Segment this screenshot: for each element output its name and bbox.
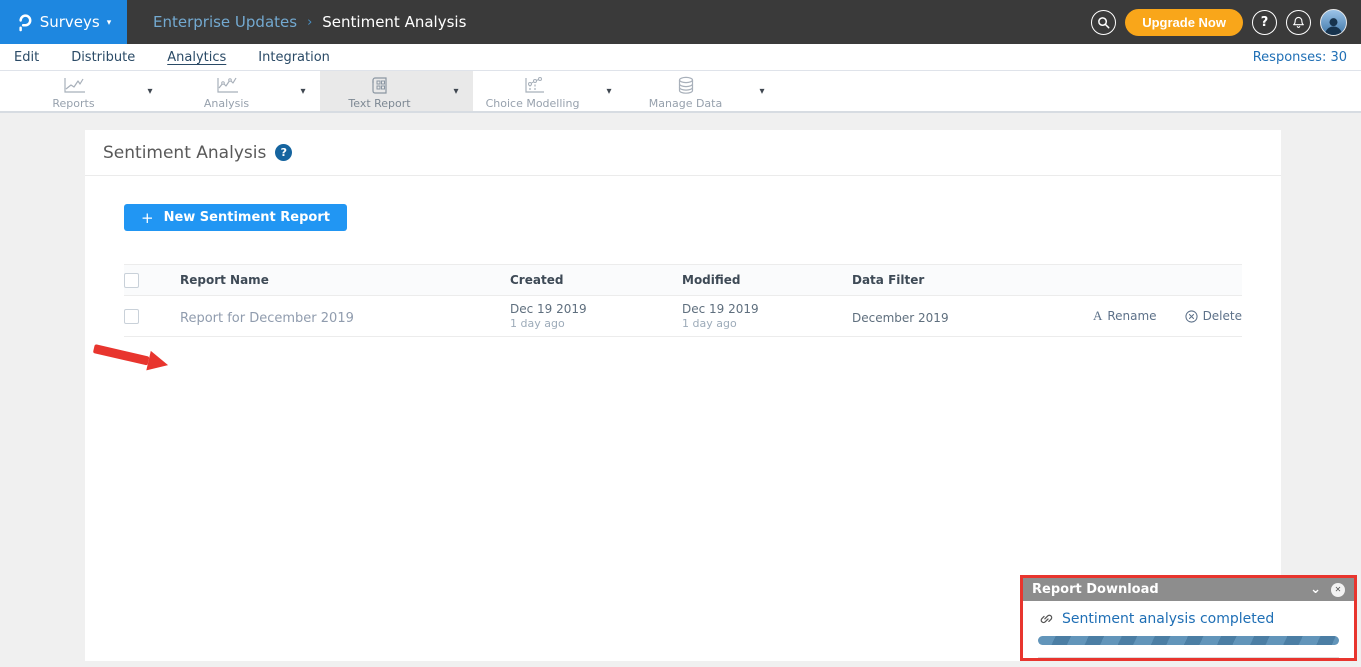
search-icon [1097, 16, 1110, 29]
toolbar-item-label: Manage Data [649, 97, 722, 110]
breadcrumb-separator: › [307, 15, 312, 30]
toolbar-item-reports[interactable]: Reports ▾ [14, 71, 167, 111]
notifications-button[interactable] [1286, 10, 1311, 35]
toolbar-item-choice-modelling[interactable]: Choice Modelling ▾ [473, 71, 626, 111]
annotation-arrow-head [146, 351, 170, 375]
column-header-created: Created [510, 273, 682, 287]
new-sentiment-report-button[interactable]: + New Sentiment Report [124, 204, 347, 231]
download-panel-divider [1038, 657, 1339, 661]
rename-label: Rename [1107, 309, 1156, 323]
column-header-data-filter: Data Filter [852, 273, 1242, 287]
annotation-arrow [92, 338, 171, 375]
avatar-person-icon [1323, 16, 1344, 35]
delete-circle-x-icon [1185, 310, 1198, 323]
toolbar-item-label: Choice Modelling [486, 97, 580, 110]
chevron-down-icon[interactable]: ▾ [592, 71, 626, 111]
topbar-actions: Upgrade Now ? [1091, 9, 1361, 36]
download-panel-body: Sentiment analysis completed [1023, 601, 1354, 661]
modified-relative: 1 day ago [682, 317, 852, 331]
toolbar-item-label: Analysis [204, 97, 249, 110]
toolbar-item-manage-data[interactable]: Manage Data ▾ [626, 71, 779, 111]
toolbar-item-label: Text Report [348, 97, 410, 110]
row-checkbox[interactable] [124, 309, 139, 324]
column-header-report-name: Report Name [180, 273, 510, 287]
chevron-down-icon[interactable]: ▾ [745, 71, 779, 111]
link-icon [1038, 611, 1054, 627]
annotation-arrow-shaft [93, 344, 150, 365]
toolbar-item-text-report[interactable]: Text Report ▾ [320, 71, 473, 111]
search-button[interactable] [1091, 10, 1116, 35]
breadcrumb-current: Sentiment Analysis [322, 13, 466, 31]
report-name-link[interactable]: Report for December 2019 [180, 311, 354, 326]
select-all-checkbox[interactable] [124, 273, 139, 288]
card-body: + New Sentiment Report Report Name Creat… [85, 176, 1281, 337]
rename-icon: A [1093, 308, 1102, 324]
collapse-chevron-icon[interactable]: ⌄ [1310, 583, 1321, 596]
text-report-icon [367, 76, 393, 95]
survey-nav: Edit Distribute Analytics Integration Re… [0, 44, 1361, 71]
analytics-toolbar: Reports ▾ Analysis ▾ Text Re [0, 71, 1361, 113]
page-title: Sentiment Analysis [103, 143, 266, 163]
data-filter-value: December 2019 [852, 311, 949, 325]
row-actions: A Rename Delete [1093, 308, 1242, 324]
help-icon: ? [1261, 15, 1269, 30]
nav-tab-distribute[interactable]: Distribute [71, 50, 135, 65]
report-download-panel: Report Download ⌄ ✕ Sentiment analysis c… [1020, 575, 1357, 661]
reports-line-chart-icon [61, 76, 87, 95]
created-relative: 1 day ago [510, 317, 682, 331]
chevron-down-icon[interactable]: ▾ [439, 71, 473, 111]
breadcrumb: Enterprise Updates › Sentiment Analysis [153, 13, 466, 31]
download-report-link[interactable]: Sentiment analysis completed [1062, 611, 1274, 627]
toolbar-item-analysis[interactable]: Analysis ▾ [167, 71, 320, 111]
chevron-down-icon: ▾ [107, 18, 112, 28]
topbar: Surveys ▾ Enterprise Updates › Sentiment… [0, 0, 1361, 44]
close-icon[interactable]: ✕ [1331, 583, 1345, 597]
card-header: Sentiment Analysis ? [85, 130, 1281, 176]
table-header-row: Report Name Created Modified Data Filter [124, 264, 1242, 296]
delete-button[interactable]: Delete [1185, 309, 1242, 323]
nav-tab-edit[interactable]: Edit [14, 50, 39, 65]
responses-count: Responses: 30 [1253, 50, 1347, 65]
rename-button[interactable]: A Rename [1093, 308, 1157, 324]
table-row: Report for December 2019 Dec 19 2019 1 d… [124, 296, 1242, 337]
download-progress-bar [1038, 636, 1339, 645]
nav-tab-integration[interactable]: Integration [258, 50, 330, 65]
created-date: Dec 19 2019 [510, 302, 682, 317]
chevron-down-icon[interactable]: ▾ [133, 71, 167, 111]
avatar[interactable] [1320, 9, 1347, 36]
breadcrumb-parent[interactable]: Enterprise Updates [153, 13, 297, 31]
toolbar-item-label: Reports [52, 97, 94, 110]
bell-icon [1292, 16, 1305, 29]
choice-modelling-icon [520, 76, 546, 95]
download-panel-header: Report Download ⌄ ✕ [1023, 578, 1354, 601]
help-button[interactable]: ? [1252, 10, 1277, 35]
new-report-label: New Sentiment Report [164, 210, 330, 225]
modified-date: Dec 19 2019 [682, 302, 852, 317]
product-switcher[interactable]: Surveys ▾ [0, 0, 127, 44]
questionpro-logo [16, 11, 33, 33]
chevron-down-icon[interactable]: ▾ [286, 71, 320, 111]
product-label: Surveys [40, 13, 100, 31]
column-header-modified: Modified [682, 273, 852, 287]
nav-tab-analytics[interactable]: Analytics [167, 50, 226, 65]
database-icon [673, 76, 699, 95]
delete-label: Delete [1203, 309, 1242, 323]
help-icon[interactable]: ? [275, 144, 292, 161]
upgrade-now-button[interactable]: Upgrade Now [1125, 9, 1243, 36]
download-panel-title: Report Download [1032, 582, 1300, 597]
analysis-chart-icon [214, 76, 240, 95]
plus-icon: + [141, 209, 154, 227]
reports-table: Report Name Created Modified Data Filter… [124, 264, 1242, 337]
